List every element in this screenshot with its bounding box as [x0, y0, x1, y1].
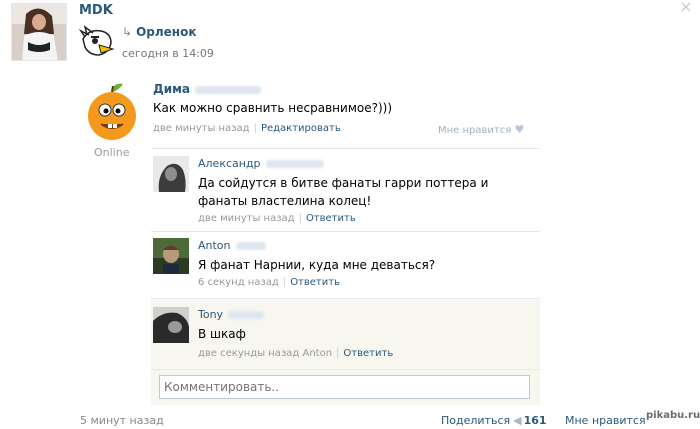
repost-time[interactable]: сегодня в 14:09	[122, 47, 214, 60]
comment-meta: две минуты назад | Ответить	[198, 213, 356, 224]
comment-author-name[interactable]: Tony	[198, 308, 223, 321]
share-label: Поделиться	[441, 414, 511, 427]
repost-arrow-icon: ↳	[122, 25, 133, 39]
post-like-button[interactable]: Мне нравится ♥	[438, 123, 524, 136]
comment-author[interactable]: Александр	[198, 157, 324, 170]
repost-source-name[interactable]: Орленок	[136, 25, 196, 39]
post-footer-time[interactable]: 5 минут назад	[80, 414, 164, 427]
close-icon[interactable]: ×	[679, 0, 693, 15]
blurred-surname	[235, 242, 266, 250]
group-avatar[interactable]	[11, 3, 67, 61]
group-name[interactable]: MDK	[79, 3, 113, 18]
comment-item: Anton Я фанат Нарнии, куда мне деваться?…	[151, 231, 540, 298]
blurred-surname	[195, 85, 262, 94]
comment-item: Tony В шкаф две секунды назад Anton | Отве…	[151, 298, 540, 369]
comment-time[interactable]: 6 секунд назад	[198, 277, 279, 288]
comment-time[interactable]: две минуты назад	[198, 213, 295, 224]
comment-author[interactable]: Anton	[198, 239, 266, 252]
share-count: 161	[523, 414, 547, 427]
comment-avatar[interactable]	[153, 238, 189, 274]
comment-text: Да сойдутся в битве фанаты гарри поттера…	[198, 176, 489, 208]
separator: |	[336, 348, 340, 359]
blurred-surname	[265, 160, 324, 168]
comment-time[interactable]: две секунды назад Anton	[198, 348, 332, 359]
like-button[interactable]: Мне нравится	[565, 414, 646, 427]
comments-list: Александр Да сойдутся в битве фанаты гар…	[151, 148, 540, 369]
comment-avatar[interactable]	[153, 307, 189, 343]
reply-link[interactable]: Ответить	[343, 348, 393, 359]
comment-item: Александр Да сойдутся в битве фанаты гар…	[151, 148, 540, 231]
watermark: pikabu.ru	[646, 410, 700, 421]
post-like-label: Мне нравится	[438, 125, 512, 136]
online-status: Online	[94, 146, 130, 159]
comment-meta: две секунды назад Anton | Ответить	[198, 348, 393, 359]
comment-author[interactable]: Tony	[198, 308, 265, 321]
reply-link[interactable]: Ответить	[306, 213, 356, 224]
repost-source[interactable]: ↳ Орленок	[122, 25, 196, 39]
separator: |	[282, 277, 287, 288]
reply-box	[151, 369, 540, 405]
comment-author-name[interactable]: Anton	[198, 239, 231, 252]
post-author-name[interactable]: Дима	[153, 82, 190, 96]
comment-input[interactable]	[159, 375, 530, 399]
comment-text: В шкаф	[198, 327, 246, 341]
post-text: Как можно сравнить несравнимое?)))	[153, 101, 393, 115]
edit-link[interactable]: Редактировать	[261, 123, 341, 134]
separator: |	[253, 123, 257, 134]
post-author[interactable]: Дима	[153, 82, 262, 96]
post-time[interactable]: две минуты назад	[153, 123, 250, 134]
post-meta: две минуты назад | Редактировать	[153, 123, 341, 134]
separator: |	[298, 213, 302, 224]
heart-icon: ♥	[514, 123, 525, 136]
reply-link[interactable]: Ответить	[290, 277, 340, 288]
share-button[interactable]: Поделиться ◀ 161	[441, 414, 547, 427]
repost-source-avatar[interactable]	[79, 25, 115, 61]
post-author-avatar[interactable]	[81, 80, 143, 142]
comment-avatar[interactable]	[153, 156, 189, 192]
blurred-surname	[228, 311, 265, 319]
comment-meta: 6 секунд назад | Ответить	[198, 277, 340, 288]
comment-text: Я фанат Нарнии, куда мне деваться?	[198, 258, 436, 272]
comment-author-name[interactable]: Александр	[198, 157, 261, 170]
megaphone-icon: ◀	[513, 414, 522, 427]
